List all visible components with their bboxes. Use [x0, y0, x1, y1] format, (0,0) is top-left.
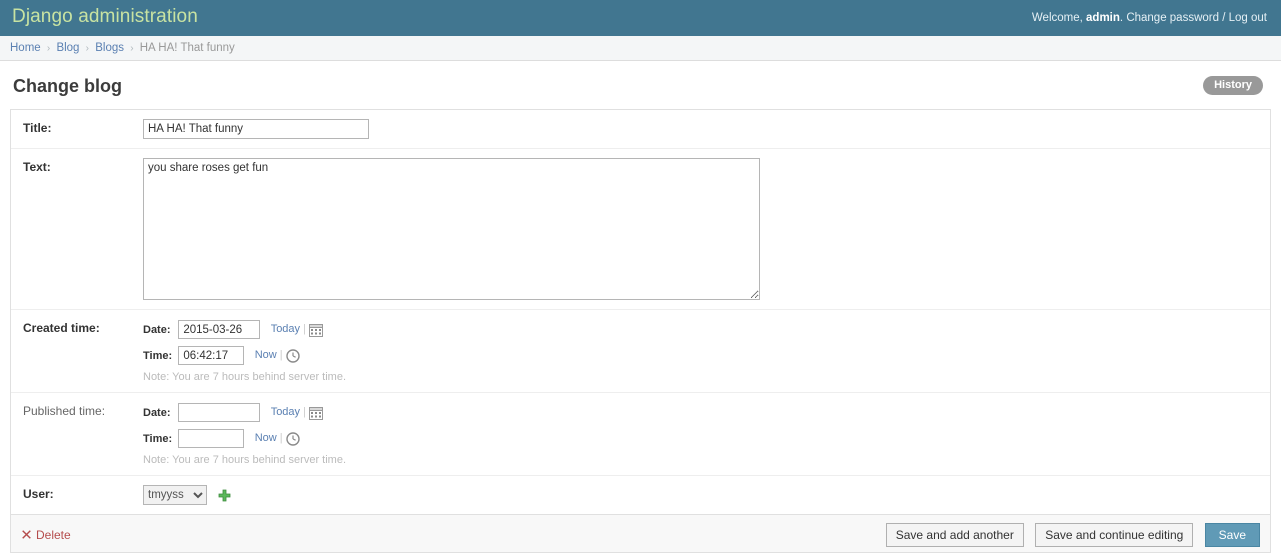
object-tools: History — [1203, 76, 1263, 95]
title-label: Title: — [23, 121, 52, 135]
divider: | — [303, 406, 306, 419]
form-row-user: User: tmyyss — [11, 476, 1270, 515]
form-row-published-time: Published time: Date: Today | Time: Now | — [11, 393, 1270, 476]
form-fieldset: Title: Text: you share roses get fun Cre… — [10, 109, 1271, 515]
form-row-title: Title: — [11, 110, 1270, 149]
content-main: History Change blog Title: Text: you sha… — [10, 76, 1271, 553]
save-and-continue-button[interactable] — [1035, 523, 1194, 547]
published-time-field-box: Date: Today | Time: Now | Note: You are 7 … — [143, 402, 1258, 466]
breadcrumb-separator: › — [46, 43, 51, 54]
save-and-add-another-button[interactable] — [885, 523, 1024, 547]
created-time-input[interactable] — [178, 346, 245, 366]
site-name: Django administration — [12, 6, 198, 27]
calendar-icon[interactable] — [308, 406, 323, 420]
save-button[interactable] — [1204, 523, 1260, 547]
username-label: admin — [1086, 12, 1120, 24]
punct-slash: / — [1222, 12, 1226, 24]
page-title: Change blog — [13, 76, 122, 96]
created-time-row: Time: Now| — [143, 345, 1258, 366]
punct-dot: . — [1119, 12, 1124, 24]
submit-buttons — [878, 523, 1260, 547]
divider: | — [279, 432, 283, 445]
title-field-box — [143, 119, 1258, 139]
form-row-created-time: Created time: Date: Today| Time: Now| N — [11, 310, 1270, 393]
published-time-note: Note: You are 7 hours behind server time… — [143, 454, 347, 466]
published-time-sublabel: Time: — [143, 433, 173, 445]
published-time-row: Time: Now | — [143, 428, 1258, 449]
divider: | — [279, 349, 283, 362]
delete-icon[interactable] — [21, 529, 32, 540]
breadcrumb-item-home[interactable]: Home — [10, 42, 41, 54]
add-icon[interactable] — [218, 489, 231, 502]
form-row-text: Text: you share roses get fun — [11, 149, 1270, 310]
breadcrumb-separator: › — [85, 43, 90, 54]
created-date-label: Date: — [143, 324, 171, 336]
change-blog-form: Title: Text: you share roses get fun Cre… — [10, 109, 1271, 553]
published-date-today-link[interactable]: Today — [271, 406, 300, 418]
submit-row: Delete — [10, 515, 1271, 553]
text-field-box: you share roses get fun — [143, 158, 1258, 300]
delete-box: Delete — [21, 523, 71, 542]
logout-link[interactable]: Log out — [1229, 12, 1267, 24]
created-date-row: Date: Today| — [143, 319, 1258, 340]
breadcrumb-item-current: HA HA! That funny — [139, 42, 235, 54]
welcome-text: Welcome, — [1031, 12, 1083, 24]
breadcrumb-item-blogs[interactable]: Blogs — [95, 42, 124, 54]
change-password-link[interactable]: Change password — [1126, 12, 1219, 24]
clock-icon[interactable] — [285, 432, 300, 446]
created-date-input[interactable] — [178, 320, 261, 340]
published-time-input[interactable] — [178, 429, 245, 449]
created-time-now-link[interactable]: Now — [255, 349, 277, 361]
breadcrumb: Home › Blog › Blogs › HA HA! That funny — [0, 36, 1281, 61]
history-button[interactable]: History — [1203, 76, 1263, 95]
published-date-input[interactable] — [178, 403, 261, 423]
published-date-row: Date: Today | — [143, 402, 1258, 423]
branding: Django administration — [12, 6, 198, 28]
published-time-label: Published time: — [23, 404, 106, 418]
text-textarea[interactable]: you share roses get fun — [143, 158, 760, 300]
user-select[interactable]: tmyyss — [143, 485, 207, 505]
breadcrumb-separator: › — [130, 43, 134, 54]
user-label: User: — [23, 487, 54, 501]
published-time-now-link[interactable]: Now — [255, 432, 277, 444]
delete-link[interactable]: Delete — [36, 528, 71, 542]
created-time-field-box: Date: Today| Time: Now| Note: You are 7 … — [143, 319, 1258, 383]
created-date-today-link[interactable]: Today — [271, 323, 300, 335]
title-input[interactable] — [143, 119, 369, 139]
site-header: Django administration Welcome, admin. Ch… — [0, 0, 1281, 36]
divider: | — [303, 323, 306, 336]
user-tools: Welcome, admin. Change password / Log ou… — [1032, 12, 1267, 24]
calendar-icon[interactable] — [308, 323, 323, 337]
breadcrumb-item-blog[interactable]: Blog — [56, 42, 79, 54]
content-area: History Change blog Title: Text: you sha… — [0, 61, 1281, 553]
history-list-item: History — [1203, 76, 1263, 95]
created-time-note: Note: You are 7 hours behind server time… — [143, 371, 347, 383]
published-date-label: Date: — [143, 407, 171, 419]
created-time-label: Created time: — [23, 321, 100, 335]
clock-icon[interactable] — [285, 349, 300, 363]
text-label: Text: — [23, 160, 51, 174]
created-time-sublabel: Time: — [143, 350, 173, 362]
user-field-box: tmyyss — [143, 485, 1258, 505]
